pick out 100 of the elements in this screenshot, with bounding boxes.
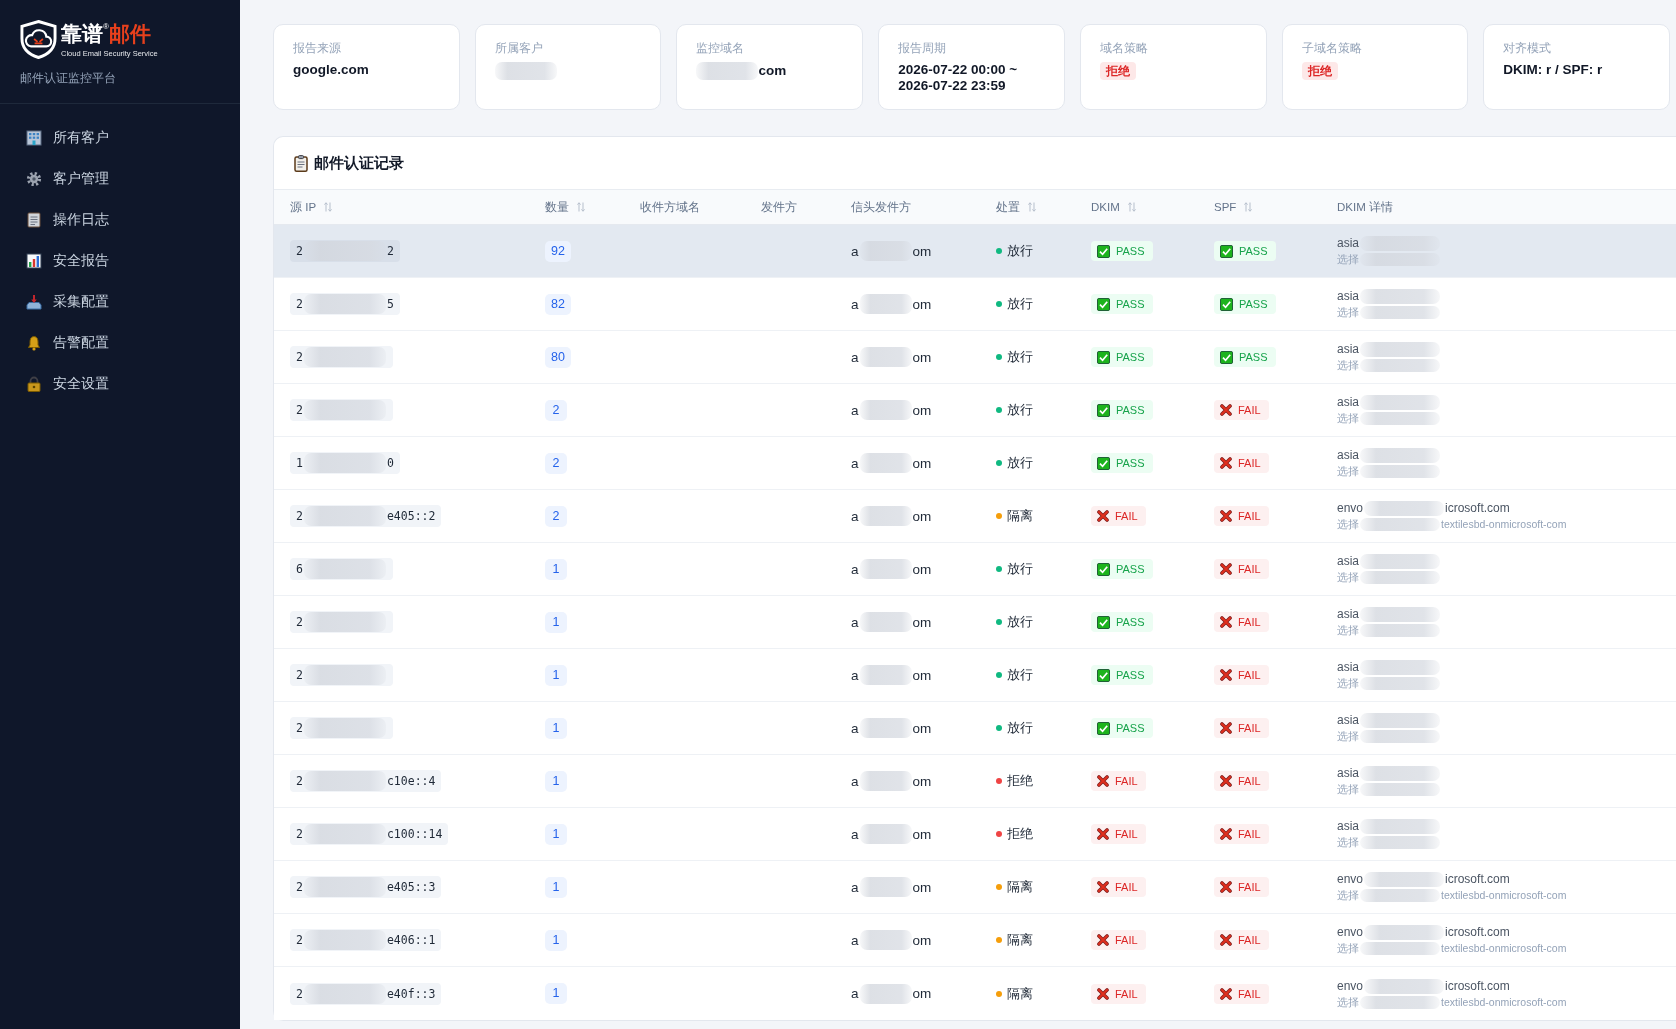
check-icon xyxy=(1097,403,1110,417)
redaction-blur xyxy=(859,824,912,844)
sender-text: a xyxy=(851,614,859,630)
ip-text: 1 xyxy=(296,456,303,470)
sender-text: om xyxy=(912,986,932,1001)
sender-text: om xyxy=(912,614,932,630)
ip-text: 2 xyxy=(386,244,394,258)
dkim-domain-text: asia xyxy=(1337,236,1359,251)
redaction-blur xyxy=(859,665,912,685)
ip-text: 2 xyxy=(296,721,303,735)
count-badge: 1 xyxy=(545,823,567,845)
sender-text: om xyxy=(912,243,932,259)
result-label: FAIL xyxy=(1238,721,1261,735)
ip-text: e406::1 xyxy=(386,933,436,947)
sort-icon xyxy=(324,202,333,212)
cross-icon xyxy=(1097,934,1109,946)
nav-item[interactable]: 客户管理 xyxy=(0,158,240,199)
sender-text: a xyxy=(851,826,859,842)
nav-item[interactable]: 所有客户 xyxy=(0,117,240,158)
count-badge: 1 xyxy=(545,983,567,1004)
dkim-domain-text: asia xyxy=(1337,289,1359,304)
sender-text: om xyxy=(912,667,932,683)
dkim-domain-text: asia xyxy=(1337,713,1359,728)
ip-text: 2 xyxy=(296,986,303,1001)
sort-icon xyxy=(1028,202,1036,212)
cross-icon xyxy=(1097,881,1109,893)
sender-text: a xyxy=(851,508,859,524)
card-label: 监控域名 xyxy=(696,41,746,55)
column-header[interactable]: SPF xyxy=(1214,201,1253,213)
ip-text: 2 xyxy=(296,509,303,523)
dkim-selector-text: textilesbd-onmicrosoft-com xyxy=(1441,889,1567,902)
sender-text: om xyxy=(912,826,932,842)
document-icon xyxy=(26,211,42,228)
disposition-text: 隔离 xyxy=(1007,878,1033,896)
sender-text: om xyxy=(912,932,932,948)
ip-text: 2 xyxy=(296,403,303,417)
ip-text: c100::14 xyxy=(386,827,443,841)
check-icon xyxy=(1097,721,1110,735)
sender-text: om xyxy=(912,349,932,365)
ip-text: e40f::3 xyxy=(386,986,436,1001)
dkim-selector-text: 选择 xyxy=(1337,253,1359,266)
redaction-blur xyxy=(859,453,912,473)
nav-item[interactable]: 告警配置 xyxy=(0,322,240,363)
disposition-text: 拒绝 xyxy=(1007,772,1033,790)
cross-icon xyxy=(1220,722,1232,734)
sender-text: a xyxy=(851,296,859,312)
bell-icon xyxy=(26,334,42,351)
dkim-domain-text: asia xyxy=(1337,660,1359,675)
sender-text: om xyxy=(912,296,932,312)
sender-text: a xyxy=(851,773,859,789)
clipboard-icon xyxy=(294,154,308,172)
nav-item[interactable]: 操作日志 xyxy=(0,199,240,240)
dkim-domain-text: asia xyxy=(1337,819,1359,834)
sort-icon xyxy=(577,202,585,212)
disposition-text: 放行 xyxy=(1007,295,1033,313)
card-value: 2026-07-22 00:00 ~ 2026-07-22 23:59 xyxy=(898,62,1019,94)
redaction-blur xyxy=(859,930,912,950)
count-badge: 80 xyxy=(545,346,571,368)
redaction-blur xyxy=(859,877,912,897)
result-label: FAIL xyxy=(1238,827,1261,841)
disposition-text: 放行 xyxy=(1007,560,1033,578)
sender-text: om xyxy=(912,879,932,895)
column-header[interactable]: DKIM xyxy=(1091,201,1136,213)
column-header[interactable]: 源 IP xyxy=(290,199,333,215)
column-header: 收件方域名 xyxy=(640,199,700,215)
result-label: FAIL xyxy=(1238,403,1261,417)
check-icon xyxy=(1097,244,1110,258)
check-icon xyxy=(1220,297,1233,311)
result-label: FAIL xyxy=(1115,986,1138,1001)
result-label: PASS xyxy=(1116,297,1145,311)
check-icon xyxy=(1097,350,1110,364)
ip-text: 2 xyxy=(296,880,303,894)
sender-text: om xyxy=(912,508,932,524)
ip-text: 2 xyxy=(296,933,303,947)
redaction-blur xyxy=(859,506,912,526)
column-header[interactable]: 处置 xyxy=(996,199,1036,215)
disposition-text: 放行 xyxy=(1007,613,1033,631)
ip-text: 2 xyxy=(296,297,303,311)
column-header: 信头发件方 xyxy=(851,199,911,215)
result-label: FAIL xyxy=(1238,774,1261,788)
nav-item[interactable]: 安全设置 xyxy=(0,363,240,404)
redaction-blur xyxy=(859,559,912,579)
ip-text: 2 xyxy=(296,774,303,788)
cross-icon xyxy=(1220,881,1232,893)
result-label: FAIL xyxy=(1115,774,1138,788)
cross-icon xyxy=(1220,510,1232,522)
card-label: 子域名策略 xyxy=(1301,41,1363,55)
count-badge: 1 xyxy=(545,876,567,898)
count-badge: 2 xyxy=(545,399,567,421)
gear-icon xyxy=(26,170,42,187)
sender-text: a xyxy=(851,932,859,948)
dkim-selector-text: textilesbd-onmicrosoft-com xyxy=(1441,942,1567,955)
count-badge: 1 xyxy=(545,664,567,686)
column-header[interactable]: 数量 xyxy=(545,199,585,215)
result-label: PASS xyxy=(1116,668,1145,682)
count-badge: 1 xyxy=(545,611,567,633)
redaction-blur xyxy=(696,62,759,80)
count-badge: 92 xyxy=(545,240,571,262)
nav-item[interactable]: 采集配置 xyxy=(0,281,240,322)
nav-item[interactable]: 安全报告 xyxy=(0,240,240,281)
